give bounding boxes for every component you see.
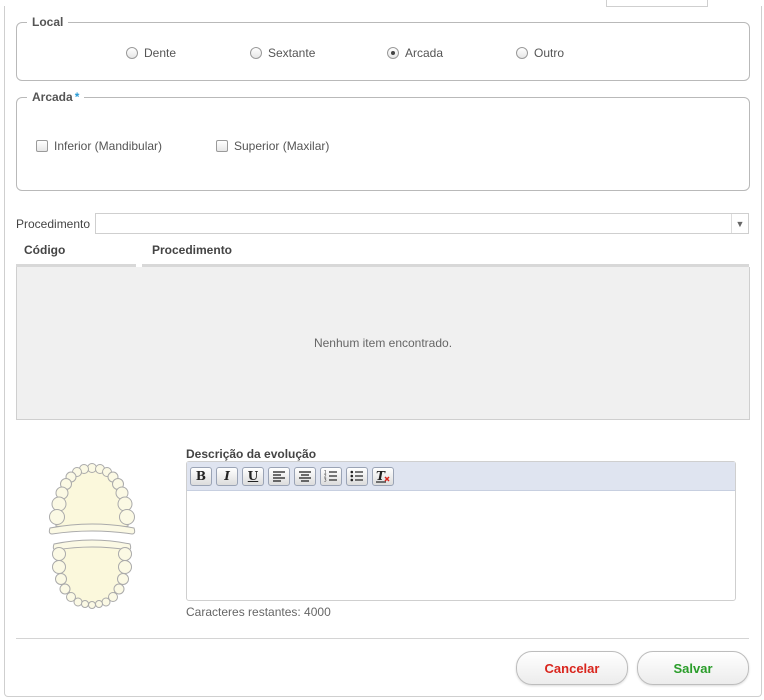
checkbox-superior[interactable]: Superior (Maxilar)	[216, 139, 329, 153]
align-left-icon	[273, 471, 285, 482]
required-mark: *	[74, 90, 80, 104]
radio-outro[interactable]: Outro	[516, 46, 564, 60]
checkbox-inferior-label: Inferior (Mandibular)	[54, 139, 163, 153]
table-body: Nenhum item encontrado.	[16, 267, 750, 420]
radio-dente-label: Dente	[144, 46, 177, 60]
procedimento-label: Procedimento	[16, 217, 91, 231]
radio-outro-button[interactable]	[516, 47, 528, 59]
radio-sextante[interactable]: Sextante	[250, 46, 315, 60]
chars-remaining: Caracteres restantes: 4000	[186, 605, 331, 619]
align-center-icon	[299, 471, 311, 482]
procedimento-select[interactable]: ▼	[95, 213, 749, 234]
radio-arcada-button[interactable]	[387, 47, 399, 59]
radio-dente-button[interactable]	[126, 47, 138, 59]
evolucao-textarea[interactable]	[187, 491, 735, 599]
remove-format-button[interactable]: T	[372, 466, 394, 486]
italic-icon: I	[224, 469, 230, 483]
svg-text:T: T	[376, 469, 386, 483]
footer-divider	[16, 638, 749, 639]
radio-arcada-label: Arcada	[405, 46, 444, 60]
cancel-button[interactable]: Cancelar	[516, 651, 628, 685]
save-button-label: Salvar	[673, 660, 713, 676]
underline-button[interactable]: U	[242, 466, 264, 486]
checkbox-superior-box[interactable]	[216, 140, 228, 152]
ordered-list-icon: 123	[324, 470, 337, 483]
checkbox-inferior-box[interactable]	[36, 140, 48, 152]
upper-arch	[48, 463, 136, 535]
italic-button[interactable]: I	[216, 466, 238, 486]
radio-sextante-label: Sextante	[268, 46, 316, 60]
unordered-list-icon	[350, 470, 363, 482]
radio-sextante-button[interactable]	[250, 47, 262, 59]
rich-text-editor: B I U 123 T	[186, 461, 736, 601]
arcada-legend: Arcada *	[27, 90, 84, 104]
evolucao-label: Descrição da evolução	[186, 447, 317, 461]
underline-icon: U	[247, 469, 259, 483]
unordered-list-button[interactable]	[346, 466, 368, 486]
chevron-down-icon[interactable]: ▼	[731, 214, 748, 233]
save-button[interactable]: Salvar	[637, 651, 749, 685]
checkbox-superior-label: Superior (Maxilar)	[234, 139, 330, 153]
lower-arch	[52, 539, 132, 609]
active-tab-edge	[606, 0, 708, 7]
radio-dente[interactable]: Dente	[126, 46, 176, 60]
bold-icon: B	[195, 469, 207, 483]
ordered-list-button[interactable]: 123	[320, 466, 342, 486]
remove-format-icon: T	[376, 469, 390, 483]
cancel-button-label: Cancelar	[544, 660, 600, 676]
empty-message: Nenhum item encontrado.	[313, 336, 453, 350]
bold-button[interactable]: B	[190, 466, 212, 486]
dental-arch-illustration	[48, 463, 136, 609]
radio-arcada[interactable]: Arcada	[387, 46, 443, 60]
radio-outro-label: Outro	[534, 46, 565, 60]
checkbox-inferior[interactable]: Inferior (Mandibular)	[36, 139, 162, 153]
local-legend: Local	[32, 15, 64, 29]
align-left-button[interactable]	[268, 466, 290, 486]
svg-text:3: 3	[324, 478, 327, 483]
column-header-codigo[interactable]: Código	[24, 243, 65, 257]
editor-toolbar: B I U 123 T	[187, 462, 735, 491]
align-center-button[interactable]	[294, 466, 316, 486]
arcada-legend-label: Arcada	[32, 90, 73, 104]
column-header-procedimento[interactable]: Procedimento	[152, 243, 232, 257]
